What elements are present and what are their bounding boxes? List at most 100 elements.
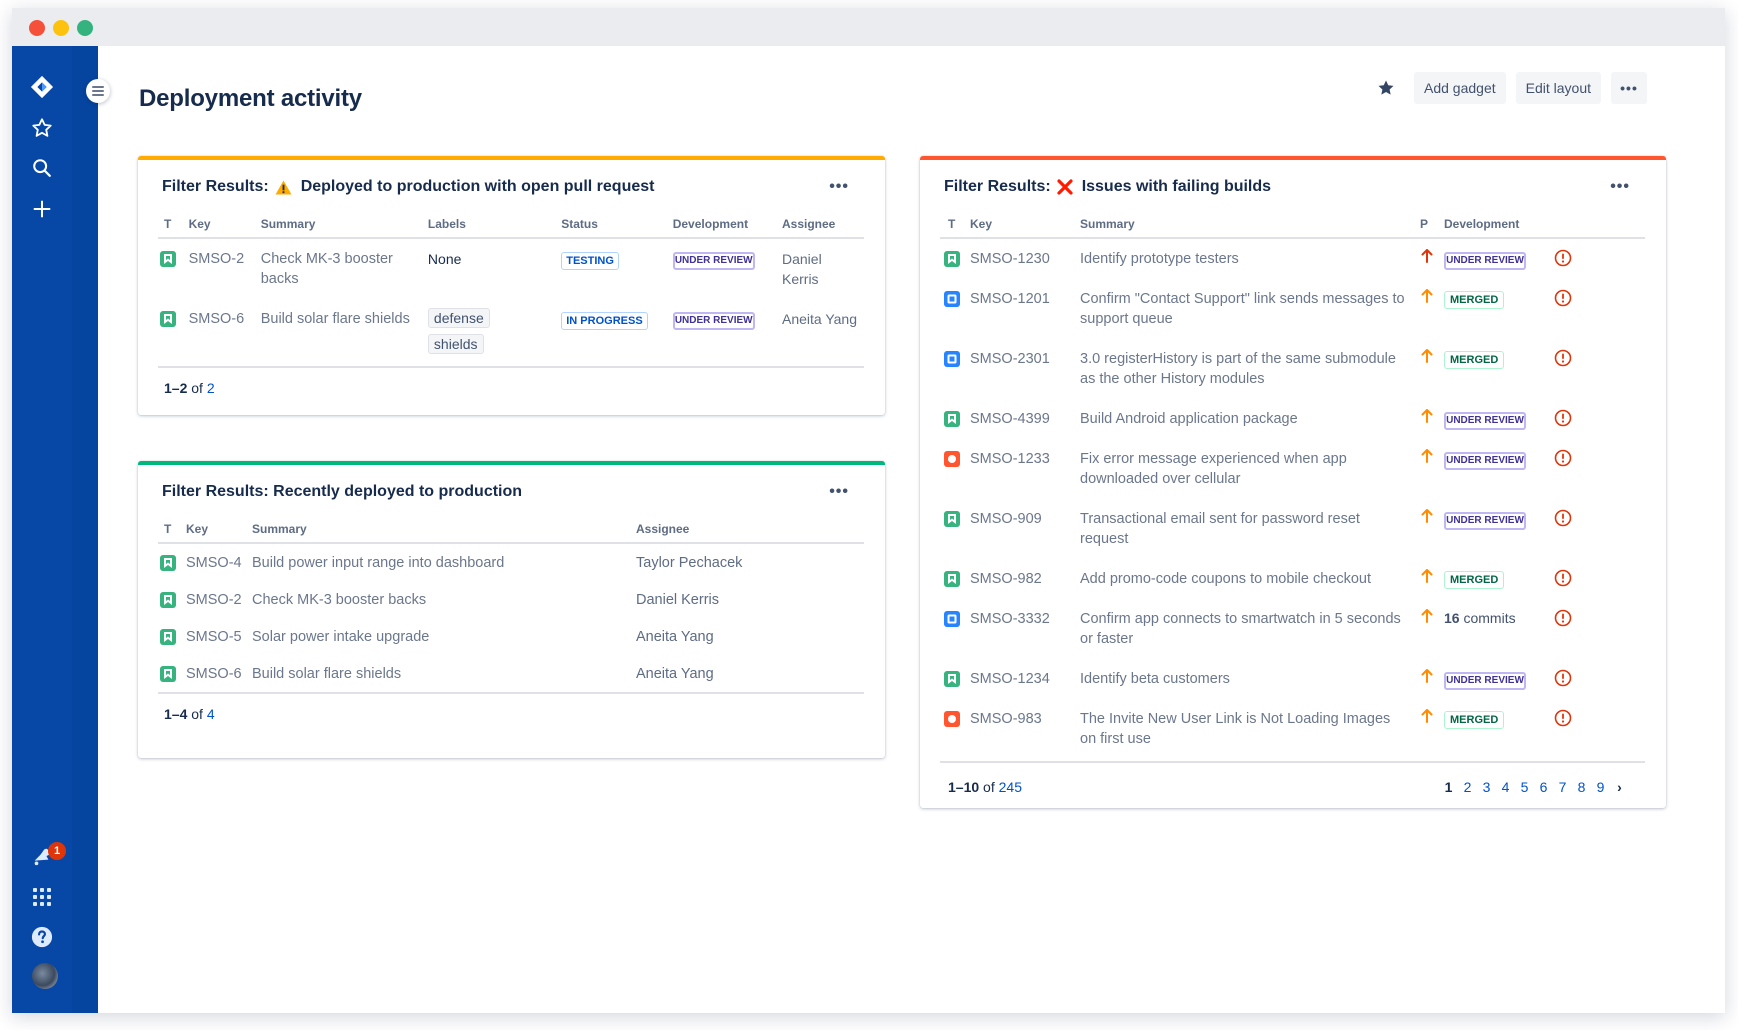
column-header-summary[interactable]: Summary (1080, 214, 1420, 239)
issue-key[interactable]: SMSO-909 (970, 501, 1080, 561)
issue-key[interactable]: SMSO-1201 (970, 281, 1080, 341)
column-header-summary[interactable]: Summary (252, 519, 636, 544)
help-icon[interactable] (30, 925, 54, 949)
column-header-key[interactable]: Key (970, 214, 1080, 239)
column-header-development[interactable]: Development (1444, 214, 1554, 239)
create-icon[interactable] (30, 197, 54, 221)
build-failed-icon[interactable] (1554, 249, 1572, 267)
table-row[interactable]: SMSO-2 Check MK-3 booster backs None TES… (158, 238, 864, 303)
issue-summary[interactable]: Confirm "Contact Support" link sends mes… (1080, 281, 1420, 341)
build-failed-icon[interactable] (1554, 669, 1572, 687)
development-status[interactable]: UNDER REVIEW (1444, 412, 1526, 430)
issue-key[interactable]: SMSO-2301 (970, 341, 1080, 401)
build-failed-icon[interactable] (1554, 289, 1572, 307)
development-status[interactable]: UNDER REVIEW (1444, 252, 1526, 270)
table-row[interactable]: SMSO-982 Add promo-code coupons to mobile… (940, 561, 1645, 601)
table-row[interactable]: SMSO-5 Solar power intake upgrade Aneita Y… (158, 618, 864, 655)
page-link-3[interactable]: 3 (1477, 777, 1496, 797)
starred-icon[interactable] (30, 116, 54, 140)
build-failed-icon[interactable] (1554, 449, 1572, 467)
development-status[interactable]: UNDER REVIEW (672, 312, 755, 330)
label-tag[interactable]: shields (427, 334, 484, 354)
development-status[interactable]: UNDER REVIEW (1444, 672, 1526, 690)
development-status[interactable]: MERGED (1444, 711, 1505, 729)
development-commits[interactable]: 16 commits (1444, 610, 1516, 626)
jira-logo-icon[interactable] (30, 75, 54, 99)
issue-key[interactable]: SMSO-1234 (970, 661, 1080, 701)
issue-key[interactable]: SMSO-4399 (970, 401, 1080, 441)
issue-key[interactable]: SMSO-2 (189, 238, 261, 303)
page-link-8[interactable]: 8 (1572, 777, 1591, 797)
issue-summary[interactable]: Build solar flare shields (252, 655, 636, 693)
column-header-type[interactable]: T (158, 519, 186, 544)
issue-summary[interactable]: Transactional email sent for password re… (1080, 501, 1420, 561)
issue-summary[interactable]: Build Android application package (1080, 401, 1420, 441)
issue-summary[interactable]: Identify prototype testers (1080, 238, 1420, 281)
star-dashboard-button[interactable] (1374, 73, 1398, 103)
column-header-type[interactable]: T (158, 214, 189, 239)
page-link-4[interactable]: 4 (1496, 777, 1515, 797)
development-status[interactable]: MERGED (1444, 351, 1505, 369)
build-failed-icon[interactable] (1554, 349, 1572, 367)
issue-summary[interactable]: Confirm app connects to smartwatch in 5 … (1080, 601, 1420, 661)
page-link-7[interactable]: 7 (1553, 777, 1572, 797)
table-row[interactable]: SMSO-4 Build power input range into dashb… (158, 543, 864, 581)
issue-key[interactable]: SMSO-1230 (970, 238, 1080, 281)
table-row[interactable]: SMSO-2 Check MK-3 booster backs Daniel Ker… (158, 581, 864, 618)
gadget-more-button[interactable]: ••• (829, 483, 849, 501)
build-failed-icon[interactable] (1554, 709, 1572, 727)
issue-summary[interactable]: Identify beta customers (1080, 661, 1420, 701)
gadget-more-button[interactable]: ••• (1610, 178, 1630, 196)
development-status[interactable]: UNDER REVIEW (1444, 452, 1526, 470)
issue-summary[interactable]: Build solar flare shields (261, 303, 428, 367)
column-header-key[interactable]: Key (188, 214, 261, 239)
table-row[interactable]: SMSO-6 Build solar flare shields Aneita Ya… (158, 655, 864, 693)
issue-summary[interactable]: Solar power intake upgrade (252, 618, 636, 655)
build-failed-icon[interactable] (1554, 569, 1572, 587)
issue-key[interactable]: SMSO-5 (186, 618, 252, 655)
issue-key[interactable]: SMSO-3332 (970, 601, 1080, 661)
app-switcher-icon[interactable] (30, 885, 54, 909)
issue-key[interactable]: SMSO-983 (970, 701, 1080, 762)
issue-key[interactable]: SMSO-4 (186, 543, 252, 581)
table-row[interactable]: SMSO-6 Build solar flare shields defense… (158, 303, 864, 367)
issue-summary[interactable]: The Invite New User Link is Not Loading … (1080, 701, 1420, 762)
column-header-summary[interactable]: Summary (260, 214, 428, 239)
search-icon[interactable] (30, 156, 54, 180)
issue-summary[interactable]: Check MK-3 booster backs (261, 238, 428, 303)
minimize-window-button[interactable] (53, 20, 69, 36)
maximize-window-button[interactable] (77, 20, 93, 36)
page-link-2[interactable]: 2 (1458, 777, 1477, 797)
issue-key[interactable]: SMSO-982 (970, 561, 1080, 601)
issue-summary[interactable]: Build power input range into dashboard (252, 543, 636, 581)
profile-avatar[interactable] (32, 963, 58, 989)
next-page-button[interactable]: › (1610, 777, 1629, 797)
issue-key[interactable]: SMSO-2 (186, 581, 252, 618)
table-row[interactable]: SMSO-2301 3.0 registerHistory is part of … (940, 341, 1645, 401)
table-row[interactable]: SMSO-1201 Confirm "Contact Support" link … (940, 281, 1645, 341)
development-status[interactable]: UNDER REVIEW (1444, 512, 1526, 530)
gadget-more-button[interactable]: ••• (829, 178, 849, 196)
column-header-priority[interactable]: P (1420, 214, 1444, 239)
result-total-link[interactable]: 245 (999, 779, 1022, 795)
table-row[interactable]: SMSO-3332 Confirm app connects to smartwa… (940, 601, 1645, 661)
table-row[interactable]: SMSO-983 The Invite New User Link is Not … (940, 701, 1645, 762)
build-failed-icon[interactable] (1554, 409, 1572, 427)
table-row[interactable]: SMSO-4399 Build Android application packa… (940, 401, 1645, 441)
issue-summary[interactable]: Add promo-code coupons to mobile checkou… (1080, 561, 1420, 601)
column-header-assignee[interactable]: Assignee (636, 519, 864, 544)
issue-summary[interactable]: Fix error message experienced when app d… (1080, 441, 1420, 501)
issue-key[interactable]: SMSO-6 (186, 655, 252, 693)
table-row[interactable]: SMSO-1230 Identify prototype testers UNDER… (940, 238, 1645, 281)
label-tag[interactable]: defense (427, 308, 490, 328)
table-row[interactable]: SMSO-1234 Identify beta customers UNDER RE… (940, 661, 1645, 701)
column-header-development[interactable]: Development (672, 214, 782, 239)
page-link-6[interactable]: 6 (1534, 777, 1553, 797)
development-status[interactable]: MERGED (1444, 571, 1505, 589)
column-header-status[interactable]: Status (561, 214, 673, 239)
column-header-labels[interactable]: Labels (427, 214, 562, 239)
page-link-1[interactable]: 1 (1439, 777, 1458, 797)
sidebar-collapse-button[interactable] (86, 79, 110, 103)
issue-summary[interactable]: Check MK-3 booster backs (252, 581, 636, 618)
more-actions-button[interactable]: ••• (1611, 72, 1647, 104)
